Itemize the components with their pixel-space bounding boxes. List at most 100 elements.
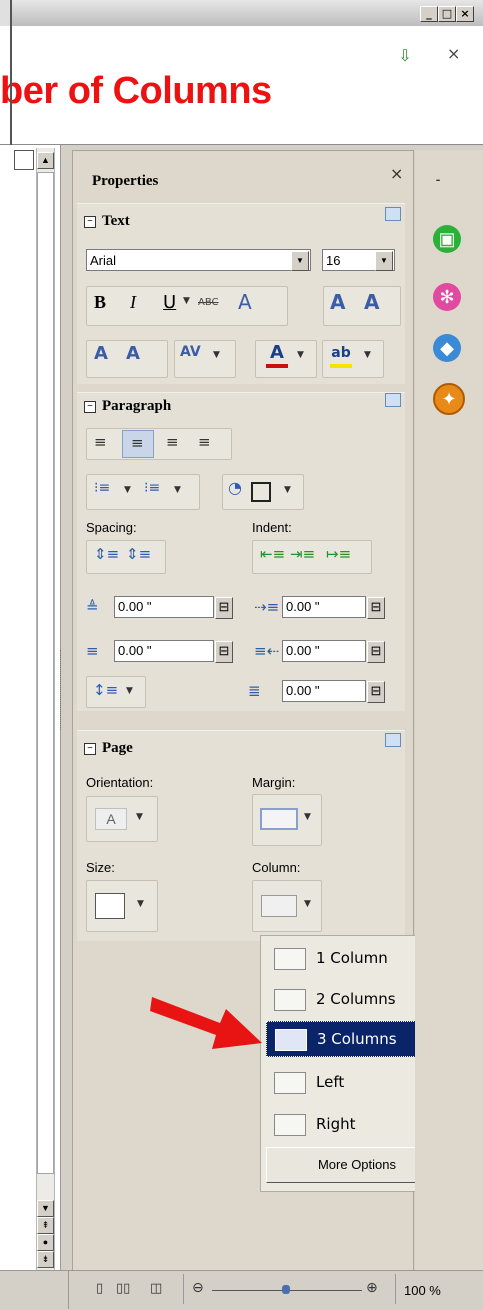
font-color-icon[interactable]: A <box>266 342 288 368</box>
decrease-indent-icon[interactable]: ⇥≡ <box>290 545 315 563</box>
spinner-icon: ⊟ <box>367 641 385 663</box>
spinner-icon: ⊟ <box>367 597 385 619</box>
sidebar-menu-icon[interactable]: ⁃ <box>435 174 441 188</box>
window-titlebar <box>0 0 483 27</box>
margin-icon <box>260 808 298 830</box>
spinner-icon: ⊟ <box>367 681 385 703</box>
hanging-indent-icon[interactable]: ↦≡ <box>326 545 351 563</box>
subscript-icon[interactable]: A <box>364 290 379 314</box>
above-paragraph-spacing-icon: ≜ <box>86 598 99 616</box>
styles-icon[interactable]: ▣ <box>433 225 461 253</box>
zoom-in-icon[interactable]: ⊕ <box>366 1280 378 1296</box>
orientation-label: Orientation: <box>86 775 154 790</box>
underline-dropdown-icon[interactable]: ▼ <box>183 296 190 306</box>
next-page-icon[interactable]: ⇟ <box>37 1251 54 1268</box>
character-spacing-icon[interactable]: AV <box>180 344 201 360</box>
text-section-label: Text <box>102 213 130 229</box>
below-spacing-input[interactable]: 0.00 " ⊟ <box>114 640 233 663</box>
increase-indent-icon[interactable]: ⇤≡ <box>260 545 285 563</box>
increase-spacing-icon[interactable]: ⇕≡ <box>94 545 119 563</box>
paragraph-section-header[interactable]: − Paragraph <box>84 398 171 415</box>
after-indent-input[interactable]: 0.00 " ⊟ <box>282 640 385 663</box>
zoom-slider-handle[interactable] <box>282 1285 290 1294</box>
text-section-header[interactable]: − Text <box>84 213 130 230</box>
align-right-icon[interactable]: ≡ <box>166 433 179 451</box>
above-spacing-input[interactable]: 0.00 " ⊟ <box>114 596 233 619</box>
chevron-down-icon[interactable]: ▼ <box>297 350 304 360</box>
close-window-button[interactable]: × <box>456 6 474 22</box>
status-divider <box>183 1274 184 1304</box>
three-columns-icon <box>275 1029 307 1051</box>
collapse-icon: − <box>84 743 96 755</box>
column-label: Column: <box>252 860 301 875</box>
sidebar-tabbar <box>415 150 483 1270</box>
scroll-up-icon[interactable]: ▲ <box>37 152 54 169</box>
grow-font-icon[interactable]: A <box>94 343 108 364</box>
paragraph-more-options-button[interactable] <box>385 393 401 407</box>
media-icon[interactable]: ◆ <box>433 334 461 362</box>
strikethrough-icon[interactable]: ABC <box>198 297 219 308</box>
page-size-icon <box>95 893 125 919</box>
gallery-icon[interactable]: ✻ <box>433 283 461 311</box>
chevron-down-icon[interactable]: ▼ <box>284 485 291 495</box>
shadow-icon[interactable]: A <box>238 290 252 314</box>
scroll-down-icon[interactable]: ▼ <box>37 1200 54 1217</box>
chevron-down-icon: ▼ <box>291 251 309 271</box>
sidebar-splitter[interactable] <box>60 650 67 730</box>
below-paragraph-spacing-icon: ≡ <box>86 642 99 660</box>
shrink-font-icon[interactable]: A <box>126 343 140 364</box>
font-size-combobox[interactable]: 16 ▼ <box>322 249 395 271</box>
bullets-icon[interactable]: ⁝≡ <box>94 480 110 496</box>
first-line-indent-input[interactable]: 0.00 " ⊟ <box>282 680 385 703</box>
page-more-options-button[interactable] <box>385 733 401 747</box>
italic-icon[interactable]: I <box>130 292 136 313</box>
chevron-down-icon[interactable]: ▼ <box>124 485 131 495</box>
close-document-button[interactable]: × <box>447 44 460 63</box>
indent-label: Indent: <box>252 520 292 535</box>
scroll-thumb[interactable] <box>37 172 54 1174</box>
page-section-header[interactable]: − Page <box>84 740 133 757</box>
ruler-corner-icon <box>14 150 34 170</box>
collapse-icon: − <box>84 216 96 228</box>
justify-icon[interactable]: ≡ <box>198 433 211 451</box>
download-icon[interactable]: ⇩ <box>395 46 415 65</box>
zoom-out-icon[interactable]: ⊖ <box>192 1280 204 1296</box>
chevron-down-icon[interactable]: ▼ <box>174 485 181 495</box>
chevron-down-icon: ▼ <box>304 812 311 822</box>
previous-page-icon[interactable]: ⇞ <box>37 1217 54 1234</box>
before-indent-input[interactable]: 0.00 " ⊟ <box>282 596 385 619</box>
font-name-combobox[interactable]: Arial ▼ <box>86 249 311 271</box>
text-more-options-button[interactable] <box>385 207 401 221</box>
spinner-icon: ⊟ <box>215 597 233 619</box>
numbering-icon[interactable]: ⁝≡ <box>144 480 160 496</box>
bold-icon[interactable]: B <box>94 292 106 313</box>
chevron-down-icon[interactable]: ▼ <box>213 350 220 360</box>
two-columns-icon <box>274 989 306 1011</box>
multi-page-view-icon[interactable]: ▯▯ <box>116 1281 130 1296</box>
decrease-spacing-icon[interactable]: ⇕≡ <box>126 545 151 563</box>
chevron-down-icon[interactable]: ▼ <box>364 350 371 360</box>
minimize-button[interactable]: _ <box>420 6 438 22</box>
line-spacing-icon[interactable]: ↕≡ <box>93 681 118 699</box>
chevron-down-icon: ▼ <box>136 812 143 822</box>
maximize-button[interactable]: □ <box>438 6 456 22</box>
first-line-indent-icon: ≣ <box>248 682 261 700</box>
chevron-down-icon[interactable]: ▼ <box>126 686 133 696</box>
sidebar-close-button[interactable]: × <box>390 164 403 183</box>
border-icon[interactable] <box>251 482 271 502</box>
status-divider <box>68 1270 69 1309</box>
paint-bucket-icon[interactable]: ◔ <box>228 478 242 497</box>
align-left-icon[interactable]: ≡ <box>94 433 107 451</box>
chevron-down-icon: ▼ <box>375 251 393 271</box>
navigator-compass-icon[interactable]: ✦ <box>433 383 465 415</box>
superscript-icon[interactable]: A <box>330 290 345 314</box>
underline-icon[interactable]: U <box>163 292 176 313</box>
collapse-icon: − <box>84 401 96 413</box>
align-center-icon[interactable]: ≡ <box>122 430 154 458</box>
single-page-view-icon[interactable]: ▯ <box>96 1281 103 1296</box>
highlight-icon[interactable]: ab <box>330 342 352 368</box>
book-view-icon[interactable]: ◫ <box>150 1281 162 1296</box>
navigator-icon[interactable]: ● <box>37 1234 54 1251</box>
after-text-indent-icon: ≡⇠ <box>254 642 280 660</box>
zoom-level[interactable]: 100 % <box>404 1283 441 1298</box>
